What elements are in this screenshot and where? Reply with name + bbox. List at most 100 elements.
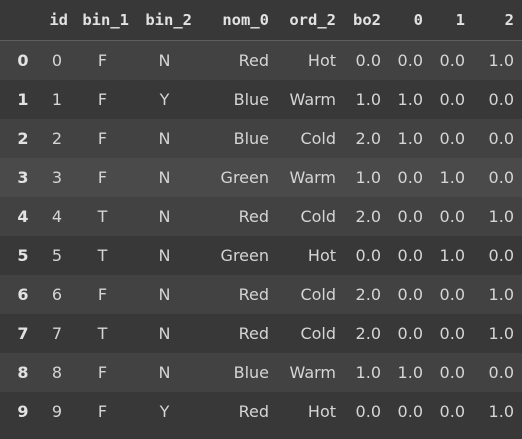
table-cell: Warm bbox=[289, 362, 336, 382]
table-cell: 0.0 bbox=[355, 401, 381, 421]
table-cell: 1.0 bbox=[397, 128, 423, 148]
table-cell: 1.0 bbox=[355, 89, 381, 109]
table-cell: 6 bbox=[51, 284, 63, 304]
table-cell: 1.0 bbox=[488, 284, 514, 304]
table-cell: Hot bbox=[307, 245, 336, 265]
column-header-bo2: bo2 bbox=[344, 0, 389, 41]
table-cell: 0.0 bbox=[439, 323, 465, 343]
table-cell: 0.0 bbox=[397, 167, 423, 187]
table-cell: 0 bbox=[51, 50, 63, 70]
table-cell: 0.0 bbox=[439, 50, 465, 70]
table-row: 2 2 F N Blue Cold 2.0 1.0 0.0 0.0 bbox=[0, 118, 522, 158]
table-cell: Cold bbox=[300, 206, 336, 226]
table-cell: F bbox=[97, 89, 108, 109]
table-cell: N bbox=[158, 50, 171, 70]
table-cell: 1.0 bbox=[397, 89, 423, 109]
row-index: 7 bbox=[17, 323, 29, 343]
column-header-0: 0 bbox=[389, 0, 431, 41]
table-row: 5 5 T N Green Hot 0.0 0.0 1.0 0.0 bbox=[0, 235, 522, 275]
table-cell: N bbox=[158, 128, 171, 148]
table-cell: Green bbox=[220, 245, 269, 265]
header-row: id bin_1 bin_2 nom_0 ord_2 bo2 0 1 2 bbox=[0, 0, 522, 41]
table-cell: 1.0 bbox=[488, 401, 514, 421]
table-cell: 0.0 bbox=[439, 362, 465, 382]
table-cell: Hot bbox=[307, 401, 336, 421]
table-cell: 0.0 bbox=[397, 401, 423, 421]
table-cell: Warm bbox=[289, 89, 336, 109]
table-cell: 1.0 bbox=[488, 323, 514, 343]
table-cell: T bbox=[97, 206, 108, 226]
table-cell: Red bbox=[238, 284, 269, 304]
table-cell: 0.0 bbox=[355, 50, 381, 70]
column-header-nom-0: nom_0 bbox=[200, 0, 277, 41]
table-cell: N bbox=[158, 362, 171, 382]
row-index: 3 bbox=[17, 167, 29, 187]
table-cell: T bbox=[97, 245, 108, 265]
table-cell: 0.0 bbox=[397, 206, 423, 226]
table-row: 0 0 F N Red Hot 0.0 0.0 0.0 1.0 bbox=[0, 40, 522, 80]
table-row: 6 6 F N Red Cold 2.0 0.0 0.0 1.0 bbox=[0, 274, 522, 314]
table-cell: 0.0 bbox=[439, 284, 465, 304]
table-cell: Red bbox=[238, 50, 269, 70]
table-cell: 0.0 bbox=[397, 323, 423, 343]
table-cell: F bbox=[97, 401, 108, 421]
table-cell: 0.0 bbox=[488, 167, 514, 187]
table-cell: 1.0 bbox=[488, 206, 514, 226]
table-cell: Cold bbox=[300, 128, 336, 148]
column-header-index bbox=[0, 0, 46, 41]
dataframe-table: id bin_1 bin_2 nom_0 ord_2 bo2 0 1 2 0 0 F… bbox=[0, 0, 522, 431]
table-cell: 1.0 bbox=[397, 362, 423, 382]
dataframe-output: id bin_1 bin_2 nom_0 ord_2 bo2 0 1 2 0 0 F… bbox=[0, 0, 522, 439]
table-row: 7 7 T N Red Cold 2.0 0.0 0.0 1.0 bbox=[0, 313, 522, 353]
column-header-2: 2 bbox=[473, 0, 522, 41]
row-index: 8 bbox=[17, 362, 29, 382]
table-cell: F bbox=[97, 167, 108, 187]
table-cell: 0.0 bbox=[397, 50, 423, 70]
table-cell: 0.0 bbox=[355, 245, 381, 265]
table-row: 9 9 F Y Red Hot 0.0 0.0 0.0 1.0 bbox=[0, 391, 522, 431]
table-cell: 0.0 bbox=[397, 245, 423, 265]
table-cell: 2.0 bbox=[355, 284, 381, 304]
table-cell: N bbox=[158, 323, 171, 343]
table-cell: Blue bbox=[233, 89, 269, 109]
column-header-bin-2: bin_2 bbox=[137, 0, 200, 41]
table-cell: 2.0 bbox=[355, 128, 381, 148]
table-cell: N bbox=[158, 284, 171, 304]
table-cell: N bbox=[158, 167, 171, 187]
table-cell: Cold bbox=[300, 284, 336, 304]
table-cell: Y bbox=[159, 89, 170, 109]
table-cell: F bbox=[97, 362, 108, 382]
row-index: 5 bbox=[17, 245, 29, 265]
table-cell: 0.0 bbox=[439, 128, 465, 148]
table-row: 4 4 T N Red Cold 2.0 0.0 0.0 1.0 bbox=[0, 196, 522, 236]
table-cell: 0.0 bbox=[488, 89, 514, 109]
table-cell: 5 bbox=[51, 245, 63, 265]
row-index: 4 bbox=[17, 206, 29, 226]
row-index: 6 bbox=[17, 284, 29, 304]
table-cell: 7 bbox=[51, 323, 63, 343]
table-cell: Hot bbox=[307, 50, 336, 70]
table-cell: 2.0 bbox=[355, 323, 381, 343]
table-cell: 8 bbox=[51, 362, 63, 382]
table-cell: 3 bbox=[51, 167, 63, 187]
table-cell: 0.0 bbox=[488, 128, 514, 148]
table-cell: 1.0 bbox=[439, 245, 465, 265]
table-cell: 2.0 bbox=[355, 206, 381, 226]
table-cell: 1.0 bbox=[355, 362, 381, 382]
table-cell: 2 bbox=[51, 128, 63, 148]
table-cell: T bbox=[97, 323, 108, 343]
table-cell: F bbox=[97, 50, 108, 70]
table-cell: 9 bbox=[51, 401, 63, 421]
table-cell: 1.0 bbox=[488, 50, 514, 70]
column-header-id: id bbox=[46, 0, 76, 41]
table-cell: Y bbox=[159, 401, 170, 421]
table-cell: 0.0 bbox=[439, 401, 465, 421]
column-header-1: 1 bbox=[431, 0, 473, 41]
row-index: 9 bbox=[17, 401, 29, 421]
table-cell: Red bbox=[238, 401, 269, 421]
table-cell: F bbox=[97, 284, 108, 304]
table-cell: Red bbox=[238, 206, 269, 226]
table-cell: 1 bbox=[51, 89, 63, 109]
table-cell: Blue bbox=[233, 128, 269, 148]
table-cell: Cold bbox=[300, 323, 336, 343]
